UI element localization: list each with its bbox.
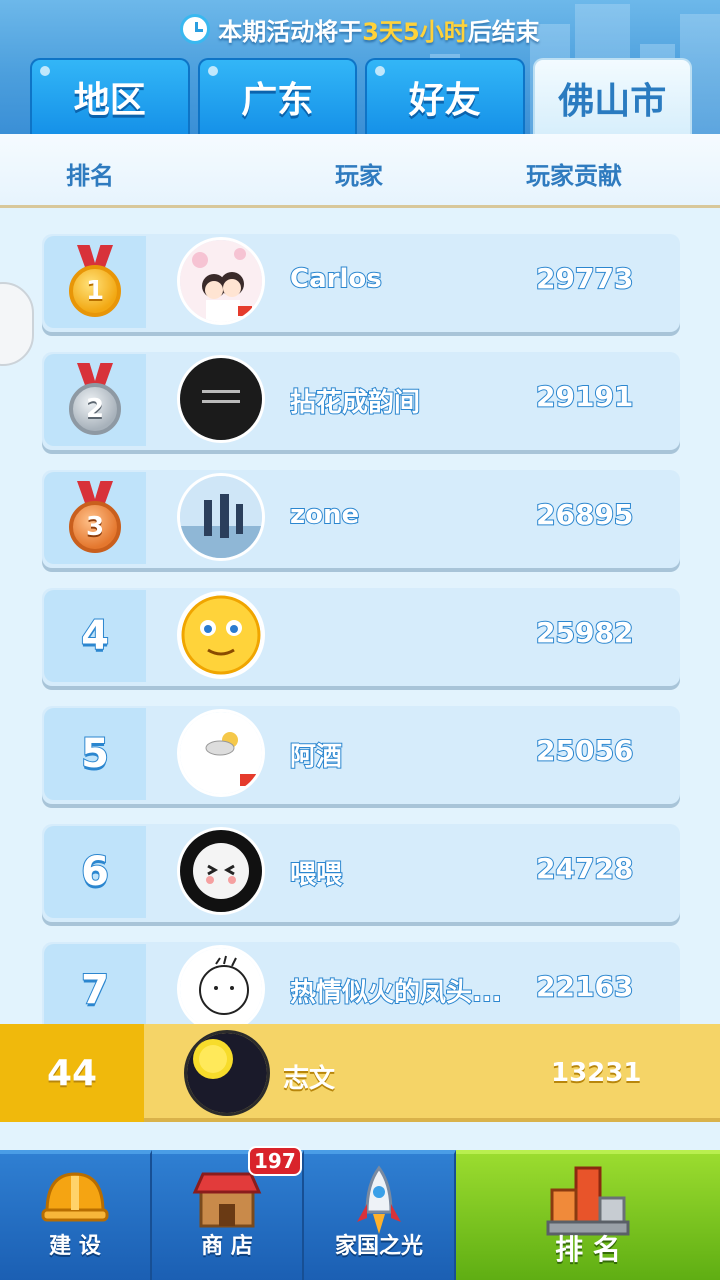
avatar[interactable] [177,237,265,325]
player-score: 25982 [535,615,634,650]
my-rank-number: 44 [46,1052,98,1094]
bronze-medal-icon: 3 [67,481,123,555]
rank-cell: 3 [44,472,146,564]
leaderboard-row[interactable]: 3 zone 26895 [42,470,680,568]
nav-build-button[interactable]: 建 设 [0,1150,152,1280]
column-contribution: 玩家贡献 [526,162,622,190]
player-name: Carlos [290,264,383,294]
avatar[interactable] [177,355,265,443]
nav-ranking-label: 排 名 [555,1233,621,1266]
leaderboard-row[interactable]: 4 25982 [42,588,680,686]
player-score: 25056 [535,733,634,768]
nav-shop-button[interactable]: 197 商 店 [152,1146,304,1280]
rank-cell: 4 [44,590,146,682]
player-score: 24728 [535,851,634,886]
my-player-name: 志文 [283,1064,336,1094]
avatar[interactable] [177,591,265,679]
my-rank-cell: 44 [0,1024,144,1122]
player-score: 29773 [535,261,634,296]
silver-medal-icon: 2 [67,363,123,437]
avatar[interactable] [177,945,265,1024]
avatar[interactable] [177,709,265,797]
my-avatar[interactable] [184,1030,270,1116]
tab-region[interactable]: 地区 [30,58,190,134]
column-rank: 排名 [66,162,114,190]
avatar[interactable] [177,473,265,561]
column-header: 排名 玩家 玩家贡献 [0,134,720,208]
header: 本期活动将于 3天5小时 后结束 地区 广东 好友 佛山市 [0,0,720,134]
player-name: 阿酒 [290,741,343,773]
clock-icon [180,14,211,44]
event-countdown-banner: 本期活动将于 3天5小时 后结束 [0,10,720,48]
hardhat-icon [39,1164,111,1236]
nav-homeland-button[interactable]: 家国之光 [304,1150,456,1280]
player-score: 26895 [535,497,634,532]
leaderboard-list[interactable]: 1 Carlos 29773 2 拈花成韵间 29191 3 zone 2689… [42,234,680,1024]
tab-friends[interactable]: 好友 [365,58,525,134]
rank-number: 5 [80,730,110,778]
rank-cell: 6 [44,826,146,918]
leaderboard-row[interactable]: 1 Carlos 29773 [42,234,680,332]
nav-build-label: 建 设 [49,1234,101,1259]
countdown-prefix: 本期活动将于 [218,17,363,46]
avatar[interactable] [177,827,265,915]
player-score: 22163 [535,969,634,1004]
leaderboard-row[interactable]: 6 喂喂 24728 [42,824,680,922]
player-name: zone [290,500,360,530]
rank-cell: 2 [44,354,146,446]
region-tabs: 地区 广东 好友 佛山市 [30,58,692,134]
rank-number: 7 [80,966,110,1014]
rank-number: 4 [80,612,110,660]
leaderboard-row[interactable]: 2 拈花成韵间 29191 [42,352,680,450]
rank-cell: 1 [44,236,146,328]
countdown-suffix: 后结束 [467,17,540,46]
nav-shop-label: 商 店 [201,1234,253,1259]
tab-guangdong[interactable]: 广东 [197,58,357,134]
player-name: 拈花成韵间 [290,387,421,419]
gold-medal-icon: 1 [67,245,123,319]
leaderboard-row[interactable]: 7 热情似火的凤头... 22163 [42,942,680,1024]
my-rank-row[interactable]: 44 志文 13231 [0,1024,720,1122]
rank-cell: 5 [44,708,146,800]
player-score: 29191 [535,379,634,414]
shop-badge: 197 [248,1146,302,1176]
tab-foshan[interactable]: 佛山市 [532,58,692,134]
my-player-score: 13231 [551,1058,642,1088]
leaderboard-row[interactable]: 5 阿酒 25056 [42,706,680,804]
panda-mascot-icon[interactable] [0,282,34,366]
player-name: 喂喂 [290,859,343,891]
nav-homeland-label: 家国之光 [334,1234,423,1259]
nav-ranking-button[interactable]: 排 名 [456,1150,720,1280]
player-name: 热情似火的凤头... [290,977,503,1009]
rank-number: 6 [80,848,110,896]
nav-spacer [0,1126,720,1150]
countdown-time: 3天5小时 [362,17,468,46]
column-player: 玩家 [335,162,383,190]
bottom-nav: 建 设 197 商 店 家国之光 排 名 [0,1146,720,1280]
rank-cell: 7 [44,944,146,1024]
